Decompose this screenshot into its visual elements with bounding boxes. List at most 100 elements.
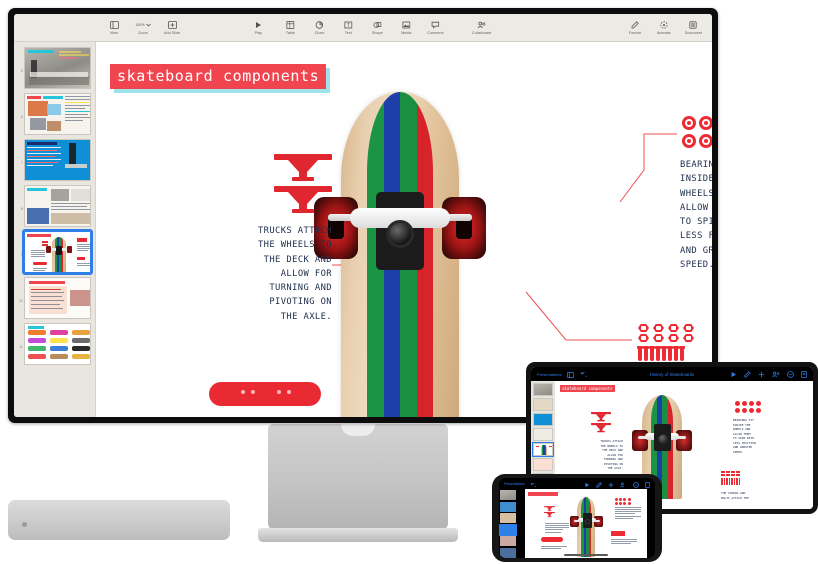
slide-thumbnail-9-selected[interactable]: [21, 229, 94, 275]
iphone-thumbnail-selected[interactable]: [499, 523, 517, 536]
deck-icon[interactable]: [209, 382, 321, 406]
slide-thumbnail-6[interactable]: [23, 93, 91, 135]
iphone-toolbar[interactable]: Presentations: [499, 478, 655, 489]
current-slide[interactable]: skateboard components TRUCKS ATTACH THE …: [96, 42, 712, 417]
iphone-slide-canvas[interactable]: [517, 488, 655, 558]
iphone-slide-title-bar: [528, 491, 558, 496]
slide-thumbnail-11[interactable]: [23, 323, 91, 365]
text-label: Text: [344, 31, 352, 35]
shape-button[interactable]: Shape: [369, 20, 385, 35]
shape-label: Shape: [371, 31, 383, 35]
collaborate-button[interactable]: Collaborate: [472, 20, 491, 35]
iphone-slide-navigator[interactable]: [499, 489, 517, 558]
list-item[interactable]: 10: [18, 277, 91, 319]
slide-thumbnail-10[interactable]: [23, 277, 91, 319]
slide-thumbnail-5[interactable]: [23, 47, 91, 89]
iphone-thumbnail[interactable]: [500, 501, 516, 512]
imac-display: View 100% Zoom Add Slide Play Table Char…: [8, 8, 718, 423]
slide-number: 10: [19, 299, 23, 303]
slide-title-group[interactable]: skateboard components: [110, 64, 331, 93]
ipad-thumbnail[interactable]: [533, 383, 553, 396]
format-label: Format: [628, 31, 641, 35]
hardware-icon[interactable]: [637, 324, 702, 361]
display-stand-foot: [258, 528, 458, 542]
table-button[interactable]: Table: [282, 20, 298, 35]
slide-number: 9: [20, 253, 23, 257]
screw: [637, 346, 643, 361]
format-button[interactable]: Format: [627, 20, 643, 35]
deck-hole-3: [277, 390, 281, 394]
animate-button[interactable]: Animate: [656, 20, 672, 35]
comment-label: Comment: [427, 31, 444, 35]
ipad-document-title: History of Skateboards: [649, 371, 695, 377]
page-title[interactable]: skateboard components: [110, 64, 327, 89]
toolbar-left-group: View 100% Zoom Add Slide: [106, 20, 180, 35]
bearing: [682, 134, 696, 148]
list-item[interactable]: 5: [18, 47, 91, 89]
callout-bearings[interactable]: BEARINGS FIT INSIDE THE WHEELS AND ALLOW…: [680, 158, 712, 272]
iphone-bearings-icon: [615, 497, 631, 506]
collaborate-icon: [477, 20, 486, 30]
iphone-thumbnail[interactable]: [500, 547, 516, 558]
slide-number: 5: [20, 69, 23, 73]
ipad-thumbnail[interactable]: [533, 413, 553, 426]
list-item[interactable]: 6: [18, 93, 91, 135]
ipad-hardware-icon: [721, 471, 740, 485]
ipad-thumbnail[interactable]: [533, 428, 553, 441]
text-button[interactable]: T Text: [340, 20, 356, 35]
iphone-thumbnail[interactable]: [500, 490, 516, 500]
ipad-thumbnail[interactable]: [533, 398, 553, 411]
list-item[interactable]: 7: [18, 139, 91, 181]
screw: [679, 346, 685, 361]
slide-thumbnail-8[interactable]: [23, 185, 91, 227]
bearing: [682, 116, 696, 130]
list-item[interactable]: 11: [18, 323, 91, 365]
document-button[interactable]: Document: [685, 20, 702, 35]
ipad-toolbar[interactable]: Presentations History of Skateboards: [531, 367, 813, 381]
add-slide-label: Add Slide: [164, 31, 181, 35]
slide-canvas[interactable]: skateboard components TRUCKS ATTACH THE …: [96, 42, 712, 417]
screw: [643, 346, 649, 361]
iphone-thumbnail[interactable]: [500, 536, 516, 546]
home-indicator: [564, 554, 608, 556]
slide-thumbnail-7[interactable]: [23, 139, 91, 181]
screw: [649, 346, 655, 361]
media-button[interactable]: Media: [398, 20, 414, 35]
ipad-trucks-icon: [589, 410, 613, 439]
add-slide-icon: [167, 20, 177, 30]
trucks-icon[interactable]: [268, 150, 338, 216]
svg-text:T: T: [347, 23, 350, 29]
play-button[interactable]: Play: [250, 20, 266, 35]
iphone-back-button[interactable]: Presentations: [504, 482, 525, 486]
bearing: [698, 134, 712, 148]
slide-number: 11: [19, 345, 23, 349]
chart-button[interactable]: Chart: [311, 20, 327, 35]
zoom-label: Zoom: [138, 31, 148, 35]
screw: [661, 346, 667, 361]
animate-label: Animate: [656, 31, 671, 35]
nut: [668, 324, 679, 332]
zoom-control[interactable]: 100% Zoom: [135, 20, 151, 35]
ipad-thumbnail[interactable]: [533, 458, 553, 471]
keynote-workspace: 5 6 7 8 9 10 11 skateboard components TR…: [14, 42, 712, 417]
add-slide-button[interactable]: Add Slide: [164, 20, 180, 35]
stand-notch: [341, 424, 375, 436]
list-item[interactable]: 9: [18, 229, 94, 275]
display-stand: [268, 424, 448, 531]
screw: [673, 346, 679, 361]
ipad-back-button[interactable]: Presentations: [537, 372, 561, 377]
comment-button[interactable]: Comment: [427, 20, 444, 35]
view-button[interactable]: View: [106, 20, 122, 35]
callout-trucks[interactable]: TRUCKS ATTACH THE WHEELS TO THE DECK AND…: [214, 224, 332, 324]
slide-navigator[interactable]: 5 6 7 8 9 10 11: [14, 42, 96, 417]
keynote-toolbar[interactable]: View 100% Zoom Add Slide Play Table Char…: [14, 14, 712, 42]
iphone-thumbnail[interactable]: [500, 513, 516, 523]
bearings-icon[interactable]: [682, 116, 712, 150]
ipad-thumbnail-selected[interactable]: [532, 442, 554, 457]
chart-label: Chart: [314, 31, 324, 35]
deck-hole-4: [287, 390, 291, 394]
screw: [667, 346, 673, 361]
media-label: Media: [401, 31, 412, 35]
screws-row-group: [637, 346, 702, 361]
list-item[interactable]: 8: [18, 185, 91, 227]
